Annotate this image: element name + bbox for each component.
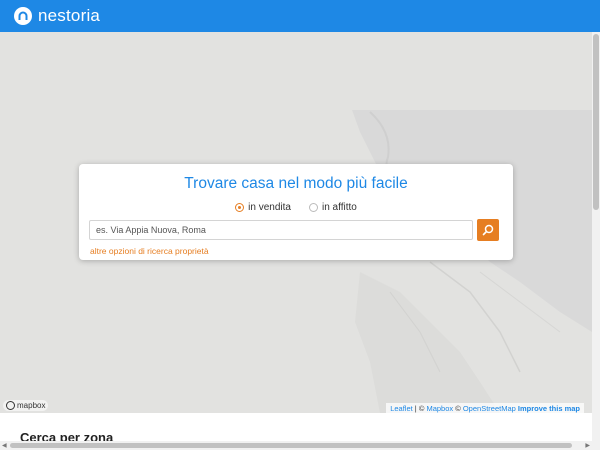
top-header: nestoria xyxy=(0,0,600,32)
search-icon xyxy=(482,224,494,236)
vertical-scrollbar[interactable] xyxy=(592,32,600,450)
mapbox-logo-text: mapbox xyxy=(17,401,46,410)
for-sale-label: in vendita xyxy=(248,202,291,213)
nestoria-logo[interactable]: nestoria xyxy=(14,6,100,26)
for-sale-radio[interactable] xyxy=(235,203,245,212)
map-attribution: Leaflet | © Mapbox © OpenStreetMap Impro… xyxy=(386,403,584,413)
for-rent-label: in affitto xyxy=(321,202,357,213)
option-for-rent[interactable]: in affitto xyxy=(308,202,357,213)
leaflet-link[interactable]: Leaflet xyxy=(390,404,413,413)
attribution-sep: | © xyxy=(412,404,427,413)
search-card: Trovare casa nel modo più facile in vend… xyxy=(79,164,513,260)
search-card-title: Trovare casa nel modo più facile xyxy=(184,175,408,192)
mapbox-link[interactable]: Mapbox xyxy=(426,404,453,413)
scroll-right-icon[interactable]: ▶ xyxy=(585,442,590,449)
location-search-input[interactable] xyxy=(89,220,473,240)
search-button[interactable] xyxy=(477,219,499,241)
horizontal-scrollbar[interactable]: ◀ ▶ xyxy=(0,441,592,450)
house-arch-icon xyxy=(14,7,32,25)
mapbox-logo[interactable]: mapbox xyxy=(3,400,49,411)
more-search-options-link[interactable]: altre opzioni di ricerca proprietà xyxy=(90,246,209,256)
vertical-scrollbar-thumb[interactable] xyxy=(593,34,599,210)
improve-map-link[interactable]: Improve this map xyxy=(518,404,580,413)
option-for-sale[interactable]: in vendita xyxy=(235,202,291,213)
attribution-sep: © xyxy=(453,404,463,413)
mapbox-icon xyxy=(6,401,15,410)
horizontal-scrollbar-thumb[interactable] xyxy=(10,443,572,448)
for-rent-radio[interactable] xyxy=(308,203,318,212)
openstreetmap-link[interactable]: OpenStreetMap xyxy=(463,404,516,413)
logo-text: nestoria xyxy=(38,6,101,25)
listing-type-options: in vendita in affitto xyxy=(79,202,513,213)
scroll-left-icon[interactable]: ◀ xyxy=(2,442,7,449)
